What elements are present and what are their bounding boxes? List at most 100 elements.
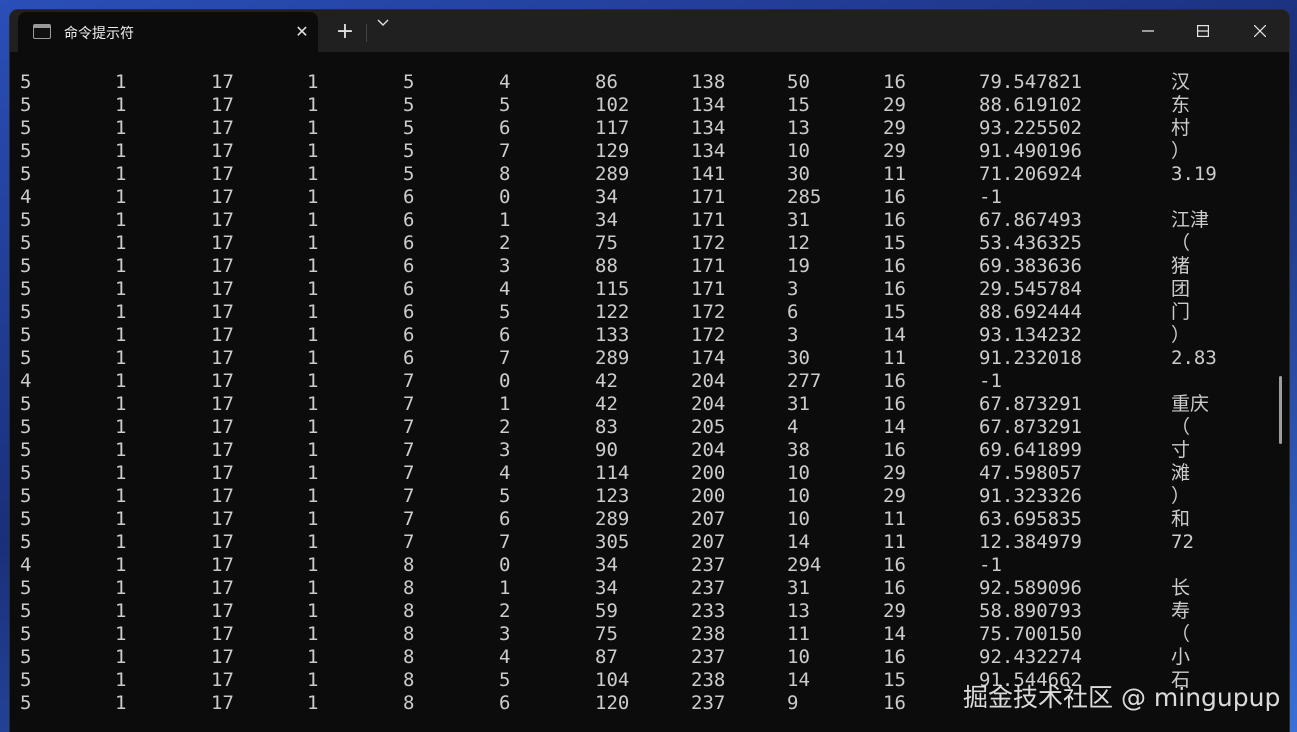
console-cell: 5 <box>20 485 32 507</box>
console-cell: 1 <box>307 393 319 415</box>
console-cell: 17 <box>211 209 234 231</box>
console-cell: 5 <box>499 301 511 323</box>
console-cell: 47.598057 <box>979 462 1082 484</box>
console-cell: 6 <box>499 508 511 530</box>
console-cell: 117 <box>595 117 630 139</box>
console-cell: 猪 <box>1171 255 1191 277</box>
console-cell: 91.490196 <box>979 140 1082 162</box>
console-cell: 6 <box>787 301 799 323</box>
console-cell: 91.323326 <box>979 485 1082 507</box>
console-cell: 0 <box>499 186 511 208</box>
console-cell: 17 <box>211 117 234 139</box>
console-cell: 9 <box>787 692 799 714</box>
console-cell: 88 <box>595 255 618 277</box>
console-cell: 172 <box>691 301 726 323</box>
console-cell: 114 <box>595 462 630 484</box>
console-cell: 1 <box>307 623 319 645</box>
console-cell: 1 <box>115 255 127 277</box>
console-cell: 90 <box>595 439 618 461</box>
console-line: 5 1 17 1 8 1 34 237 31 16 92.589096 长 <box>10 577 1270 600</box>
console-cell: 5 <box>20 255 32 277</box>
scrollbar-thumb[interactable] <box>1279 376 1282 444</box>
watermark: 掘金技术社区 @ mingupup <box>963 683 1281 712</box>
console-cell: 16 <box>883 646 906 668</box>
console-cell: 1 <box>115 623 127 645</box>
console-line: 5 1 17 1 6 4 115 171 3 16 29.545784 团 <box>10 278 1270 301</box>
console-cell: 5 <box>20 531 32 553</box>
console-cell: 17 <box>211 692 234 714</box>
maximize-button[interactable] <box>1175 10 1231 52</box>
console-cell: 村 <box>1171 117 1191 139</box>
console-cell: 1 <box>115 577 127 599</box>
console-cell: 120 <box>595 692 630 714</box>
console-line: 5 1 17 1 6 3 88 171 19 16 69.383636 猪 <box>10 255 1270 278</box>
console-line: 5 1 17 1 5 4 86 138 50 16 79.547821 汉 <box>10 71 1270 94</box>
console-cell: 1 <box>307 485 319 507</box>
minimize-icon <box>1142 30 1154 32</box>
console-cell: 83 <box>595 416 618 438</box>
tab-command-prompt[interactable]: 命令提示符 ✕ <box>18 12 318 52</box>
console-line: 4 1 17 1 6 0 34 171 285 16 -1 <box>10 186 1270 209</box>
console-cell: 3 <box>787 324 799 346</box>
console-cell: 1 <box>115 324 127 346</box>
console-cell: 171 <box>691 209 726 231</box>
console-cell: （ <box>1171 623 1191 645</box>
console-line: 5 1 17 1 6 6 133 172 3 14 93.134232 ） <box>10 324 1270 347</box>
console-cell: 1 <box>115 600 127 622</box>
console-cell: 1 <box>115 94 127 116</box>
console-cell: 53.436325 <box>979 232 1082 254</box>
console-cell: 4 <box>20 186 32 208</box>
console-cell: 2.83 <box>1171 347 1217 369</box>
console-cell: 79.547821 <box>979 71 1082 93</box>
console-cell: 1 <box>115 393 127 415</box>
console-cell: 门 <box>1171 301 1191 323</box>
console-cell: 13 <box>787 117 810 139</box>
console-cell: 58.890793 <box>979 600 1082 622</box>
console-cell: （ <box>1171 232 1191 254</box>
console-cell: 172 <box>691 324 726 346</box>
console-cell: 6 <box>499 692 511 714</box>
new-tab-button[interactable]: + <box>330 19 360 45</box>
console-cell: 200 <box>691 462 726 484</box>
console-cell: 63.695835 <box>979 508 1082 530</box>
console-cell: 104 <box>595 669 630 691</box>
console-cell: 17 <box>211 71 234 93</box>
console-cell: 14 <box>883 623 906 645</box>
console-cell: 1 <box>307 692 319 714</box>
close-window-button[interactable] <box>1232 10 1288 52</box>
console-cell: 5 <box>20 393 32 415</box>
console-cell: 0 <box>499 554 511 576</box>
chevron-down-icon[interactable] <box>370 19 396 45</box>
console-cell: 207 <box>691 531 726 553</box>
console-cell: 1 <box>307 140 319 162</box>
console-line: 5 1 17 1 7 2 83 205 4 14 67.873291 （ <box>10 416 1270 439</box>
minimize-button-area[interactable] <box>1120 10 1176 52</box>
console-cell: 75 <box>595 232 618 254</box>
console-cell: 233 <box>691 600 726 622</box>
console-cell: 31 <box>787 577 810 599</box>
close-tab-icon[interactable]: ✕ <box>290 20 314 44</box>
console-cell: 4 <box>499 278 511 300</box>
console-cell: 285 <box>787 186 822 208</box>
console-line: 5 1 17 1 7 3 90 204 38 16 69.641899 寸 <box>10 439 1270 462</box>
console-cell: 174 <box>691 347 726 369</box>
console-cell: 204 <box>691 370 726 392</box>
console-cell: 17 <box>211 646 234 668</box>
console-cell: 8 <box>403 669 415 691</box>
console-cell: 17 <box>211 370 234 392</box>
console-cell: 204 <box>691 439 726 461</box>
console-cell: 17 <box>211 600 234 622</box>
console-cell: 5 <box>20 94 32 116</box>
console-cell: 5 <box>20 301 32 323</box>
console-cell: 67.873291 <box>979 416 1082 438</box>
console-cell: 19 <box>787 255 810 277</box>
console-cell: 67.873291 <box>979 393 1082 415</box>
console-output[interactable]: 5 1 17 1 5 4 86 138 50 16 79.547821 汉 5 1 17 1 5 5 102 134 1… <box>10 52 1289 732</box>
console-cell: 17 <box>211 324 234 346</box>
console-cell: 31 <box>787 393 810 415</box>
console-cell: 11 <box>787 623 810 645</box>
console-cell: 17 <box>211 554 234 576</box>
console-cell: 4 <box>20 370 32 392</box>
console-cell: 171 <box>691 186 726 208</box>
console-cell: 11 <box>883 347 906 369</box>
